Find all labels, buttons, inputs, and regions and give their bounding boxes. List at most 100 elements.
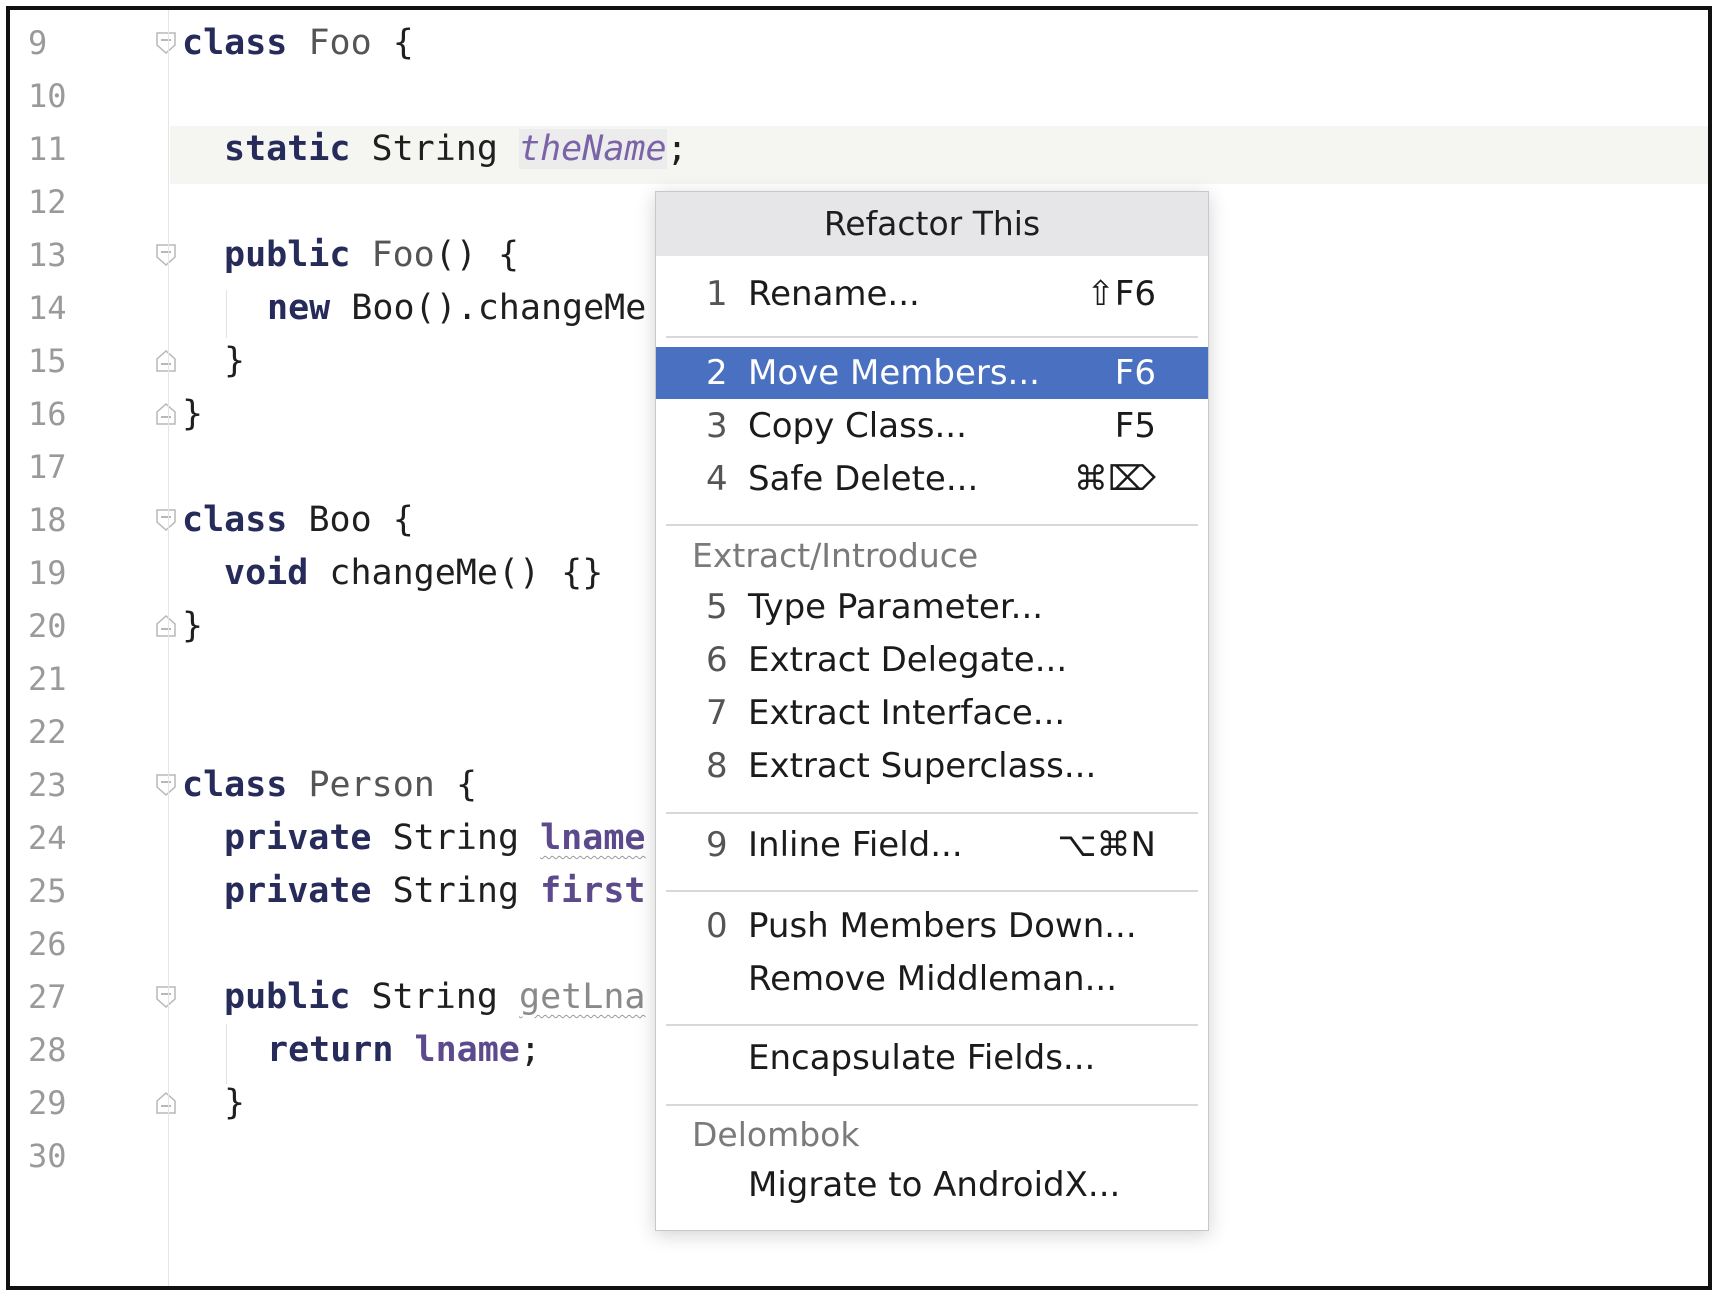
group-label-extract-introduce: Extract/Introduce	[692, 536, 979, 575]
menu-item-number: 3	[706, 406, 728, 446]
line-number: 19	[28, 554, 67, 592]
menu-separator	[666, 1104, 1198, 1106]
code-text: ;	[666, 129, 688, 169]
line-number: 18	[28, 501, 67, 539]
code-line[interactable]: void changeMe() {}	[224, 544, 603, 602]
fold-close-icon[interactable]	[155, 349, 177, 373]
menu-item-label: Rename...	[748, 274, 920, 314]
menu-item-extract-interface[interactable]: 7 Extract Interface...	[656, 687, 1208, 739]
menu-item-remove-middleman[interactable]: Remove Middleman...	[656, 953, 1208, 1005]
fold-open-icon[interactable]	[155, 243, 177, 267]
line-number: 22	[28, 713, 67, 751]
code-line[interactable]: private String lname	[224, 809, 645, 867]
menu-item-label: Inline Field...	[748, 825, 963, 865]
keyword: class	[182, 765, 288, 805]
fold-close-icon[interactable]	[155, 614, 177, 638]
menu-separator	[666, 524, 1198, 526]
fold-open-icon[interactable]	[155, 31, 177, 55]
code-line[interactable]: public String getLna	[224, 968, 645, 1026]
code-text: {	[371, 23, 414, 63]
menu-item-extract-delegate[interactable]: 6 Extract Delegate...	[656, 634, 1208, 686]
code-line[interactable]: }	[224, 332, 245, 390]
line-number: 20	[28, 607, 67, 645]
fold-open-icon[interactable]	[155, 508, 177, 532]
code-line[interactable]: return lname;	[267, 1021, 541, 1079]
line-number: 29	[28, 1084, 67, 1122]
menu-item-inline-field[interactable]: 9 Inline Field... ⌥⌘N	[656, 819, 1208, 871]
line-number: 27	[28, 978, 67, 1016]
code-text: }	[182, 606, 204, 646]
menu-item-migrate-androidx[interactable]: Migrate to AndroidX...	[656, 1159, 1208, 1211]
menu-item-shortcut: F6	[1114, 353, 1156, 393]
menu-item-encapsulate-fields[interactable]: Encapsulate Fields...	[656, 1032, 1208, 1084]
menu-item-push-members-down[interactable]: 0 Push Members Down...	[656, 900, 1208, 952]
menu-item-move-members[interactable]: 2 Move Members... F6	[656, 347, 1208, 399]
menu-item-extract-superclass[interactable]: 8 Extract Superclass...	[656, 740, 1208, 792]
refactor-this-popup[interactable]: Refactor This 1 Rename... ⇧F6 2 Move Mem…	[655, 191, 1209, 1231]
line-number: 25	[28, 872, 67, 910]
type-name: String	[392, 871, 520, 911]
fold-close-icon[interactable]	[155, 1091, 177, 1115]
menu-item-type-parameter[interactable]: 5 Type Parameter...	[656, 581, 1208, 633]
popup-title: Refactor This	[656, 192, 1208, 256]
line-number: 16	[28, 395, 67, 433]
code-line[interactable]: }	[182, 385, 203, 443]
fold-open-icon[interactable]	[155, 773, 177, 797]
code-line[interactable]: class Boo {	[182, 491, 414, 549]
menu-separator	[666, 812, 1198, 814]
menu-item-label: Copy Class...	[748, 406, 967, 446]
line-number: 12	[28, 183, 67, 221]
menu-item-label: Extract Superclass...	[748, 746, 1097, 786]
editor-window: 9 10 11 12 13 14 15 16 17 18 19 20 21 22…	[6, 6, 1712, 1290]
menu-item-label: Extract Interface...	[748, 693, 1066, 733]
line-number: 10	[28, 77, 67, 115]
code-line[interactable]: }	[182, 597, 203, 655]
code-line[interactable]: public Foo() {	[224, 226, 519, 284]
code-line[interactable]: class Person {	[182, 756, 477, 814]
menu-separator	[666, 336, 1198, 338]
menu-item-number: 2	[706, 353, 728, 393]
menu-item-safe-delete[interactable]: 4 Safe Delete... ⌘⌦	[656, 453, 1208, 505]
menu-item-number: 9	[706, 825, 728, 865]
code-line[interactable]: static String theName;	[224, 120, 688, 178]
menu-item-label: Remove Middleman...	[748, 959, 1118, 999]
type-name: String	[392, 818, 520, 858]
menu-item-number: 5	[706, 587, 728, 627]
code-line[interactable]: private String first	[224, 862, 645, 920]
code-line[interactable]: new Boo().changeMe	[267, 279, 646, 337]
class-name: Person	[308, 765, 435, 805]
menu-item-number: 1	[706, 274, 728, 314]
fold-close-icon[interactable]	[155, 402, 177, 426]
menu-item-label: Type Parameter...	[748, 587, 1044, 627]
menu-item-number: 7	[706, 693, 728, 733]
menu-item-shortcut: F5	[1114, 406, 1156, 446]
type-name: String	[371, 977, 498, 1017]
menu-item-label: Move Members...	[748, 353, 1040, 393]
menu-item-shortcut: ⌘⌦	[1073, 459, 1156, 499]
code-text: {	[434, 765, 478, 805]
code-text: }	[224, 341, 246, 381]
code-line[interactable]: class Foo {	[182, 14, 414, 72]
field-name: lname	[414, 1030, 520, 1070]
field-name: lname	[540, 818, 646, 858]
gutter-divider	[168, 10, 169, 1286]
fold-open-icon[interactable]	[155, 985, 177, 1009]
code-text: {	[371, 500, 414, 540]
menu-item-shortcut: ⌥⌘N	[1057, 825, 1156, 865]
code-text: }	[182, 394, 204, 434]
type-name: String	[371, 129, 498, 169]
line-number: 21	[28, 660, 67, 698]
menu-item-number: 0	[706, 906, 728, 946]
code-text: changeMe() {}	[329, 553, 604, 593]
method-name: getLna	[519, 977, 646, 1017]
menu-item-shortcut: ⇧F6	[1086, 274, 1156, 314]
keyword: new	[267, 288, 331, 328]
code-line[interactable]: }	[224, 1074, 245, 1132]
menu-item-label: Push Members Down...	[748, 906, 1137, 946]
line-number: 11	[28, 130, 67, 168]
line-number: 15	[28, 342, 67, 380]
menu-item-copy-class[interactable]: 3 Copy Class... F5	[656, 400, 1208, 452]
line-number: 26	[28, 925, 67, 963]
menu-separator	[666, 1024, 1198, 1026]
menu-item-rename[interactable]: 1 Rename... ⇧F6	[656, 268, 1208, 320]
